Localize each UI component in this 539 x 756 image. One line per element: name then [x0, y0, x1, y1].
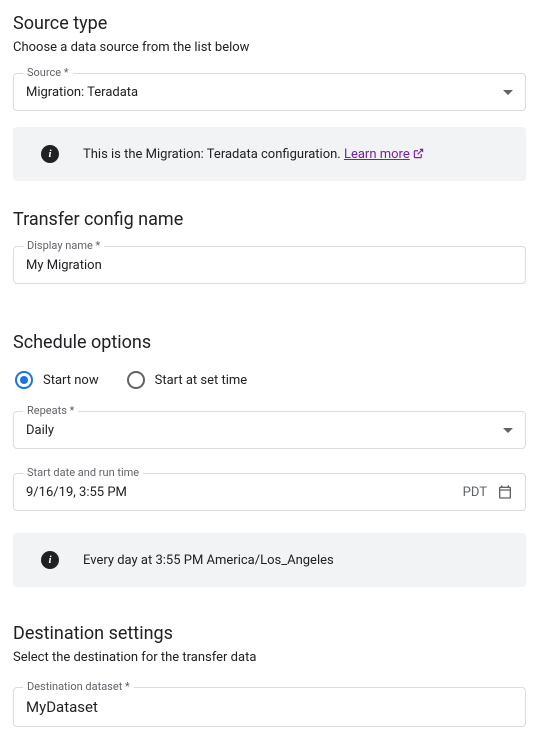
chevron-down-icon	[503, 90, 513, 95]
start-date-value: 9/16/19, 3:55 PM	[26, 485, 453, 500]
radio-start-now[interactable]: Start now	[15, 371, 99, 389]
learn-more-link[interactable]: Learn more	[344, 147, 424, 162]
source-type-section: Source type Choose a data source from th…	[13, 13, 526, 181]
display-name-wrapper: Display name *	[13, 246, 526, 284]
timezone-label: PDT	[463, 485, 487, 500]
radio-start-now-label: Start now	[43, 373, 99, 388]
repeats-value: Daily	[26, 423, 54, 438]
radio-icon	[127, 371, 145, 389]
source-label: Source *	[23, 66, 73, 79]
source-type-desc: Choose a data source from the list below	[13, 40, 526, 55]
destination-dataset-label: Destination dataset *	[23, 680, 134, 693]
start-date-wrapper: Start date and run time 9/16/19, 3:55 PM…	[13, 473, 526, 511]
transfer-config-title: Transfer config name	[13, 209, 526, 230]
info-icon: i	[41, 551, 59, 569]
destination-dataset-input[interactable]	[26, 698, 513, 716]
source-info-box: i This is the Migration: Teradata config…	[13, 127, 526, 181]
radio-icon	[15, 371, 33, 389]
external-link-icon	[413, 148, 424, 159]
start-date-label: Start date and run time	[23, 466, 143, 479]
repeats-wrapper: Repeats * Daily	[13, 411, 526, 449]
schedule-info-box: i Every day at 3:55 PM America/Los_Angel…	[13, 533, 526, 587]
info-icon: i	[41, 145, 59, 163]
schedule-info-text: Every day at 3:55 PM America/Los_Angeles	[83, 553, 334, 568]
destination-dataset-field[interactable]	[13, 687, 526, 727]
destination-desc: Select the destination for the transfer …	[13, 650, 526, 665]
destination-dataset-wrapper: Destination dataset *	[13, 687, 526, 727]
repeats-label: Repeats *	[23, 404, 78, 417]
source-type-title: Source type	[13, 13, 526, 34]
source-info-text: This is the Migration: Teradata configur…	[83, 147, 424, 162]
transfer-config-section: Transfer config name Display name *	[13, 209, 526, 284]
source-dropdown[interactable]: Migration: Teradata	[13, 73, 526, 111]
chevron-down-icon	[503, 428, 513, 433]
source-field-wrapper: Source * Migration: Teradata	[13, 73, 526, 111]
repeats-dropdown[interactable]: Daily	[13, 411, 526, 449]
radio-start-at-set-time[interactable]: Start at set time	[127, 371, 248, 389]
display-name-label: Display name *	[23, 239, 104, 252]
source-value: Migration: Teradata	[26, 85, 138, 100]
calendar-icon	[497, 484, 513, 500]
destination-title: Destination settings	[13, 623, 526, 644]
schedule-title: Schedule options	[13, 332, 526, 353]
schedule-section: Schedule options Start now Start at set …	[13, 332, 526, 587]
display-name-input[interactable]	[26, 258, 513, 273]
schedule-radio-group: Start now Start at set time	[13, 371, 526, 389]
destination-section: Destination settings Select the destinat…	[13, 623, 526, 727]
radio-start-at-set-time-label: Start at set time	[155, 373, 248, 388]
